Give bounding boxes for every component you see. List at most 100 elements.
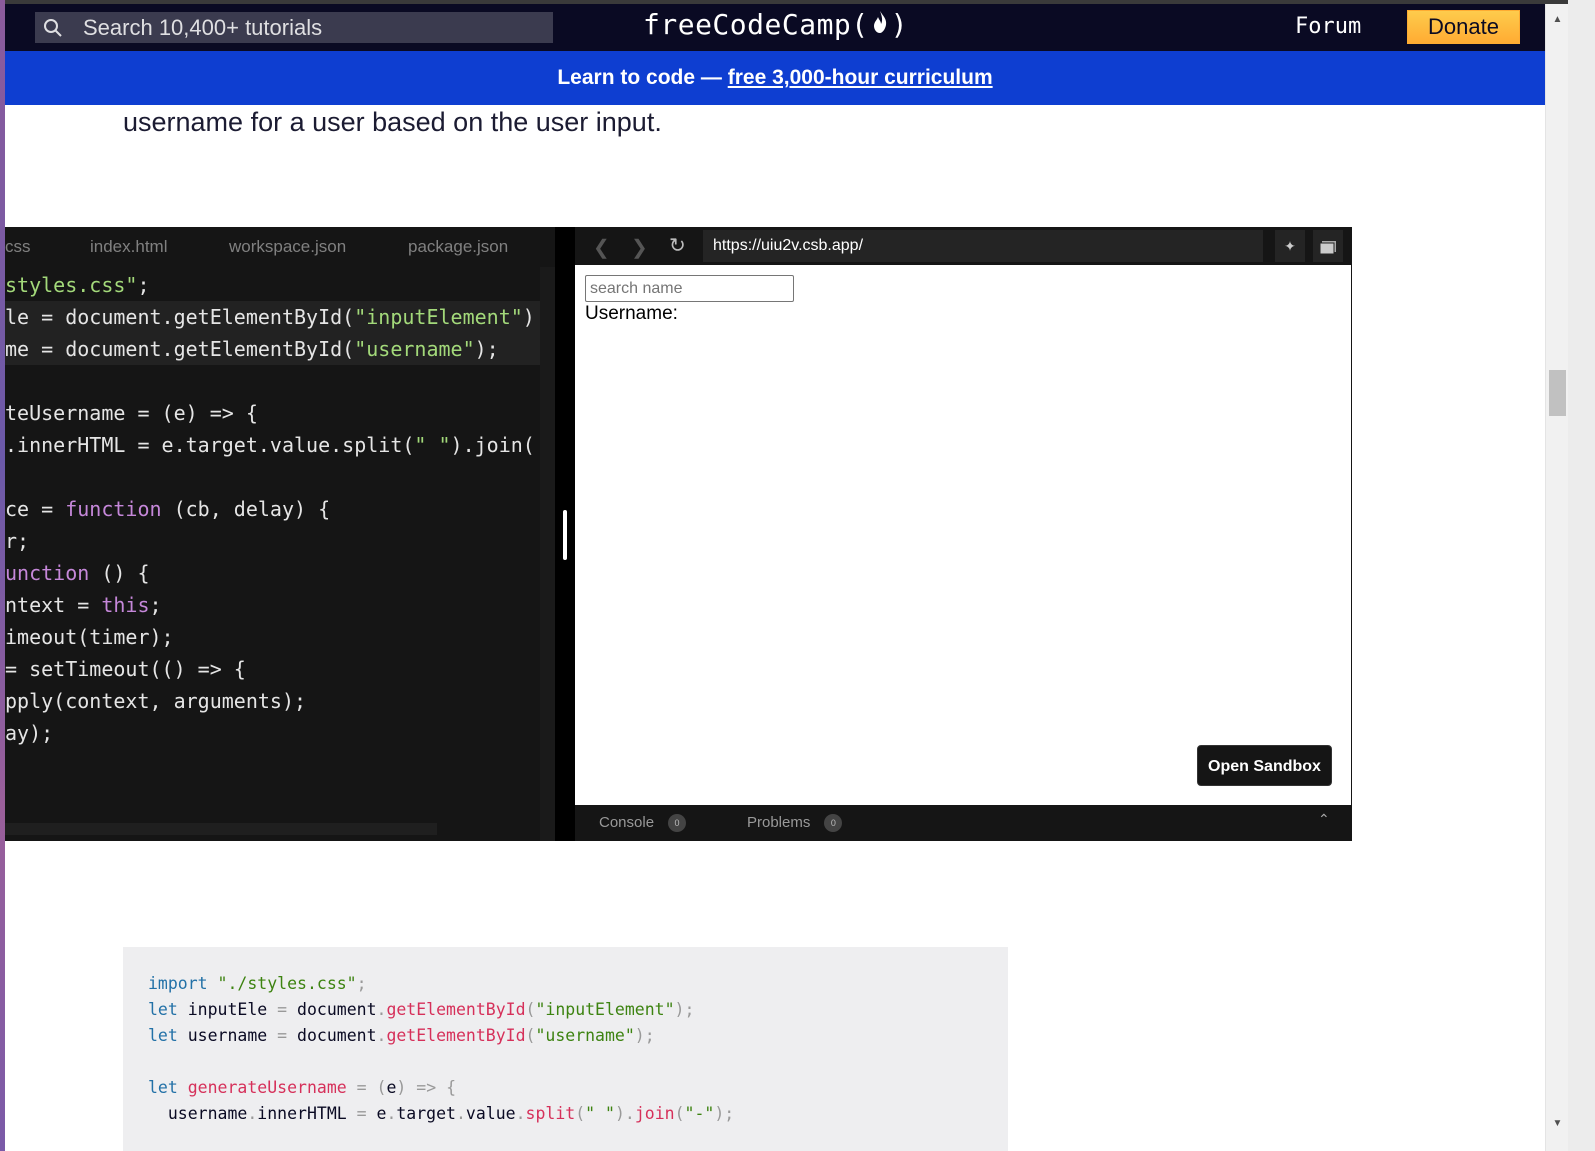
- search-input[interactable]: [83, 14, 543, 41]
- editor-code-line: r;: [5, 525, 29, 557]
- console-count-badge: 0: [668, 814, 687, 832]
- editor-code-line: ntext = this;: [5, 589, 162, 621]
- desktop-strip: [1568, 0, 1595, 1151]
- code-block-line: let username = document.getElementById("…: [148, 1023, 655, 1049]
- resize-handle[interactable]: [563, 510, 567, 560]
- code-block-line: username.innerHTML = e.target.value.spli…: [148, 1101, 734, 1127]
- code-token: styles.css": [5, 273, 138, 297]
- code-token: );: [714, 1104, 735, 1123]
- code-token: .: [455, 1104, 466, 1123]
- code-token: getElementById: [386, 1026, 526, 1045]
- code-token: =: [356, 1104, 367, 1123]
- code-block-line: let generateUsername = (e) => {: [148, 1075, 456, 1101]
- code-token: (: [525, 1026, 536, 1045]
- back-icon[interactable]: ❮: [593, 235, 610, 260]
- code-token: .innerHTML = e.target.value.split(: [5, 433, 415, 457]
- code-token: this: [101, 593, 150, 617]
- tab-package-json[interactable]: package.json: [408, 227, 508, 267]
- scroll-down-arrow-icon[interactable]: ▼: [1546, 1118, 1569, 1129]
- editor-tabs: css index.html workspace.json package.js…: [5, 227, 555, 267]
- code-token: );: [474, 337, 499, 361]
- code-token: =: [277, 1000, 288, 1019]
- code-token: teUsername = (e) => {: [5, 401, 258, 425]
- code-token: "inputElement": [535, 1000, 675, 1019]
- code-token: ay);: [5, 721, 54, 745]
- scroll-up-arrow-icon[interactable]: ▲: [1546, 14, 1569, 25]
- console-bar: Console 0 Problems 0 ⌃: [575, 805, 1352, 841]
- tab-index-html[interactable]: index.html: [90, 227, 167, 267]
- page-scrollbar[interactable]: ▲ ▼: [1545, 4, 1568, 1151]
- chevron-up-icon[interactable]: ⌃: [1318, 811, 1330, 828]
- code-editor[interactable]: css index.html workspace.json package.js…: [5, 227, 555, 841]
- code-token: ;: [149, 593, 162, 617]
- code-token: "username": [354, 337, 475, 361]
- article-code-block: import "./styles.css"; let inputEle = doc…: [123, 947, 1008, 1151]
- code-token: ntext =: [5, 593, 102, 617]
- editor-code-line: ay);: [5, 717, 53, 749]
- code-token: .: [376, 1000, 387, 1019]
- code-token: ce =: [5, 497, 66, 521]
- username-label: Username:: [585, 303, 678, 324]
- code-token: (: [376, 1078, 387, 1097]
- move-icon[interactable]: ✦: [1275, 230, 1305, 262]
- problems-count-badge: 0: [824, 814, 843, 832]
- code-token: "./styles.css": [217, 974, 357, 993]
- preview-pane: ❮ ❯ ↻ https://uiu2v.csb.app/ ✦ Username:…: [575, 227, 1352, 841]
- code-token: (: [525, 1000, 536, 1019]
- problems-tab[interactable]: Problems 0: [747, 805, 843, 841]
- article-paragraph: username for a user based on the user in…: [123, 107, 662, 137]
- open-sandbox-button[interactable]: Open Sandbox: [1197, 745, 1332, 786]
- code-block-line: let inputEle = document.getElementById("…: [148, 997, 694, 1023]
- pane-divider[interactable]: [555, 227, 575, 841]
- preview-browser-bar: ❮ ❯ ↻ https://uiu2v.csb.app/ ✦: [575, 227, 1352, 265]
- code-token: function: [65, 497, 162, 521]
- code-token: "username": [535, 1026, 635, 1045]
- donate-button[interactable]: Donate: [1407, 10, 1520, 44]
- code-token: getElementById: [386, 1000, 526, 1019]
- banner-prefix: Learn to code —: [557, 66, 728, 89]
- problems-label: Problems: [747, 814, 811, 831]
- code-token: r;: [5, 529, 30, 553]
- editor-scrollbar[interactable]: [540, 267, 555, 841]
- search-box[interactable]: [35, 12, 553, 43]
- codesandbox-embed: css index.html workspace.json package.js…: [5, 227, 1352, 841]
- code-token: username: [148, 1104, 248, 1123]
- editor-code-line: le = document.getElementById("inputEleme…: [5, 301, 535, 333]
- code-token: () {: [89, 561, 150, 585]
- code-token: inputEle: [177, 1000, 278, 1019]
- code-token: ;: [137, 273, 150, 297]
- code-token: let: [148, 1078, 178, 1097]
- open-window-icon[interactable]: [1313, 230, 1343, 262]
- code-token: generateUsername: [187, 1078, 347, 1097]
- code-token: ): [396, 1078, 407, 1097]
- code-token: .: [515, 1104, 526, 1123]
- code-token: me = document.getElementById(: [5, 337, 355, 361]
- forum-link[interactable]: Forum: [1295, 14, 1361, 39]
- search-name-input[interactable]: [585, 275, 794, 302]
- forward-icon[interactable]: ❯: [631, 235, 648, 260]
- tab-styles-css[interactable]: css: [5, 227, 31, 267]
- editor-horizontal-scrollbar[interactable]: [5, 823, 437, 835]
- search-icon: [35, 18, 71, 38]
- code-token: " ": [585, 1104, 615, 1123]
- code-token: e: [386, 1078, 397, 1097]
- scroll-thumb[interactable]: [1549, 370, 1566, 416]
- preview-url-bar[interactable]: https://uiu2v.csb.app/: [703, 230, 1263, 262]
- code-token: unction: [5, 561, 90, 585]
- tab-workspace-json[interactable]: workspace.json: [229, 227, 346, 267]
- code-token: = setTimeout(() => {: [5, 657, 246, 681]
- editor-code[interactable]: styles.css"; le = document.getElementById…: [5, 269, 555, 829]
- code-token: "-": [684, 1104, 715, 1123]
- console-tab[interactable]: Console 0: [599, 805, 687, 841]
- code-token: import: [148, 974, 208, 993]
- code-token: ): [522, 305, 535, 329]
- console-label: Console: [599, 814, 655, 831]
- curriculum-link[interactable]: free 3,000-hour curriculum: [728, 66, 993, 89]
- reload-icon[interactable]: ↻: [669, 233, 686, 258]
- code-token: (: [575, 1104, 586, 1123]
- freecodecamp-logo[interactable]: freeCodeCamp( ): [643, 8, 908, 41]
